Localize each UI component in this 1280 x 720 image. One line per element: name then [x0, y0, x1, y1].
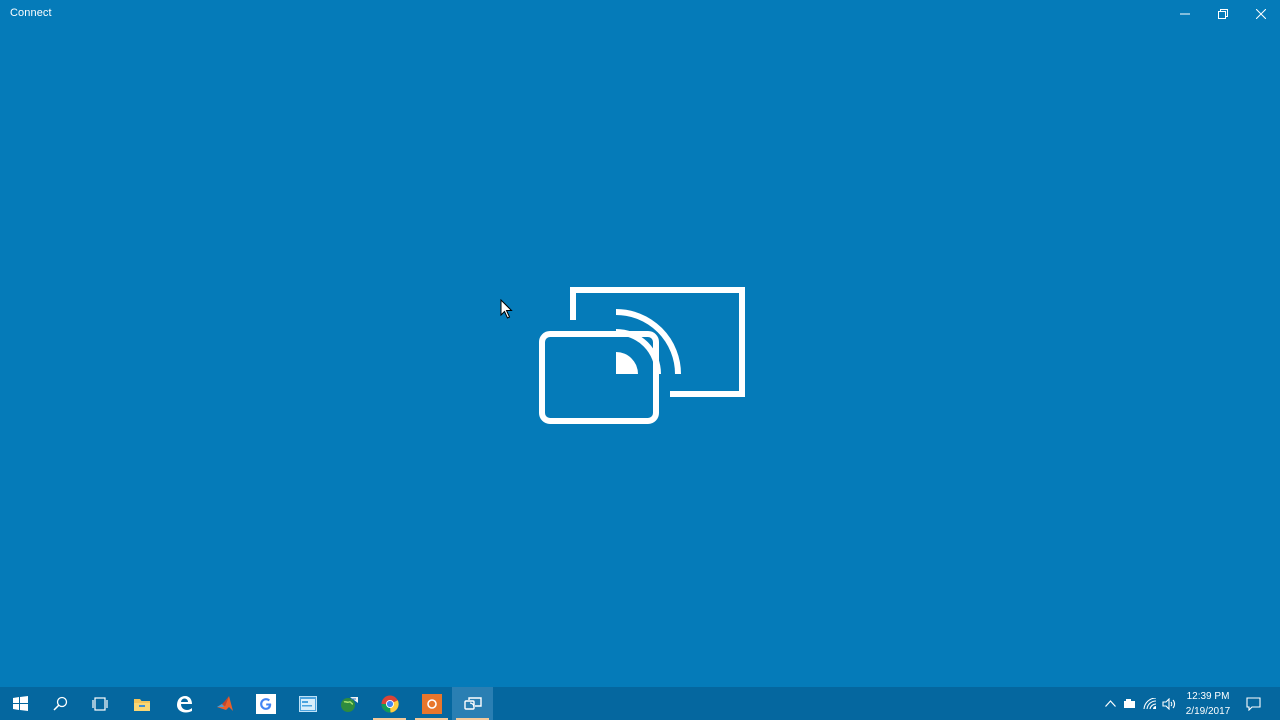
start-button[interactable]: [0, 687, 41, 720]
volume-icon: [1161, 697, 1175, 710]
restore-icon: [1218, 9, 1228, 19]
restore-button[interactable]: [1204, 0, 1242, 28]
battery-icon: [1124, 698, 1135, 708]
action-center-button[interactable]: [1242, 687, 1264, 720]
taskbar: 12:39 PM 2/19/2017: [0, 687, 1280, 720]
globe-app-icon: [340, 696, 358, 712]
app-title: Connect: [10, 7, 52, 19]
taskbar-chrome[interactable]: [369, 687, 410, 720]
battery-button[interactable]: [1121, 687, 1139, 720]
task-view-icon: [91, 696, 108, 711]
taskbar-file-explorer[interactable]: [121, 687, 162, 720]
clock-date: 2/19/2017: [1185, 706, 1231, 717]
minimize-icon: [1180, 13, 1190, 15]
app-window-icon: [298, 695, 317, 712]
connect-app-icon: [463, 696, 482, 710]
connect-app-window: Connect: [0, 0, 1280, 687]
show-hidden-icons-button[interactable]: [1101, 687, 1119, 720]
notification-icon: [1245, 696, 1261, 711]
taskbar-google[interactable]: [245, 687, 286, 720]
taskbar-globe-app[interactable]: [328, 687, 369, 720]
taskbar-connect-app[interactable]: [452, 687, 493, 720]
network-button[interactable]: [1141, 687, 1159, 720]
minimize-button[interactable]: [1166, 0, 1204, 28]
taskbar-clock[interactable]: 12:39 PM 2/19/2017: [1180, 689, 1236, 719]
file-explorer-icon: [133, 698, 150, 711]
chevron-up-icon: [1104, 700, 1116, 707]
search-button[interactable]: [40, 687, 81, 720]
google-icon: [255, 693, 276, 714]
clock-time: 12:39 PM: [1186, 691, 1230, 702]
chrome-icon: [381, 695, 399, 713]
close-button[interactable]: [1242, 0, 1280, 28]
close-icon: [1256, 9, 1266, 19]
volume-button[interactable]: [1160, 687, 1178, 720]
taskbar-edge[interactable]: [163, 687, 204, 720]
taskbar-matlab[interactable]: [204, 687, 245, 720]
connect-cast-icon: [539, 287, 745, 424]
windows-start-icon: [13, 696, 28, 711]
edge-browser-icon: [176, 695, 192, 712]
taskbar-app-window[interactable]: [287, 687, 328, 720]
taskbar-recorder-app[interactable]: [411, 687, 452, 720]
mouse-cursor-icon: [500, 299, 513, 319]
task-view-button[interactable]: [79, 687, 120, 720]
wifi-icon: [1143, 697, 1157, 709]
search-icon: [53, 696, 68, 711]
matlab-icon: [216, 695, 233, 711]
recorder-app-icon: [421, 693, 442, 714]
window-controls: [1166, 0, 1280, 28]
title-bar[interactable]: Connect: [0, 0, 1280, 28]
